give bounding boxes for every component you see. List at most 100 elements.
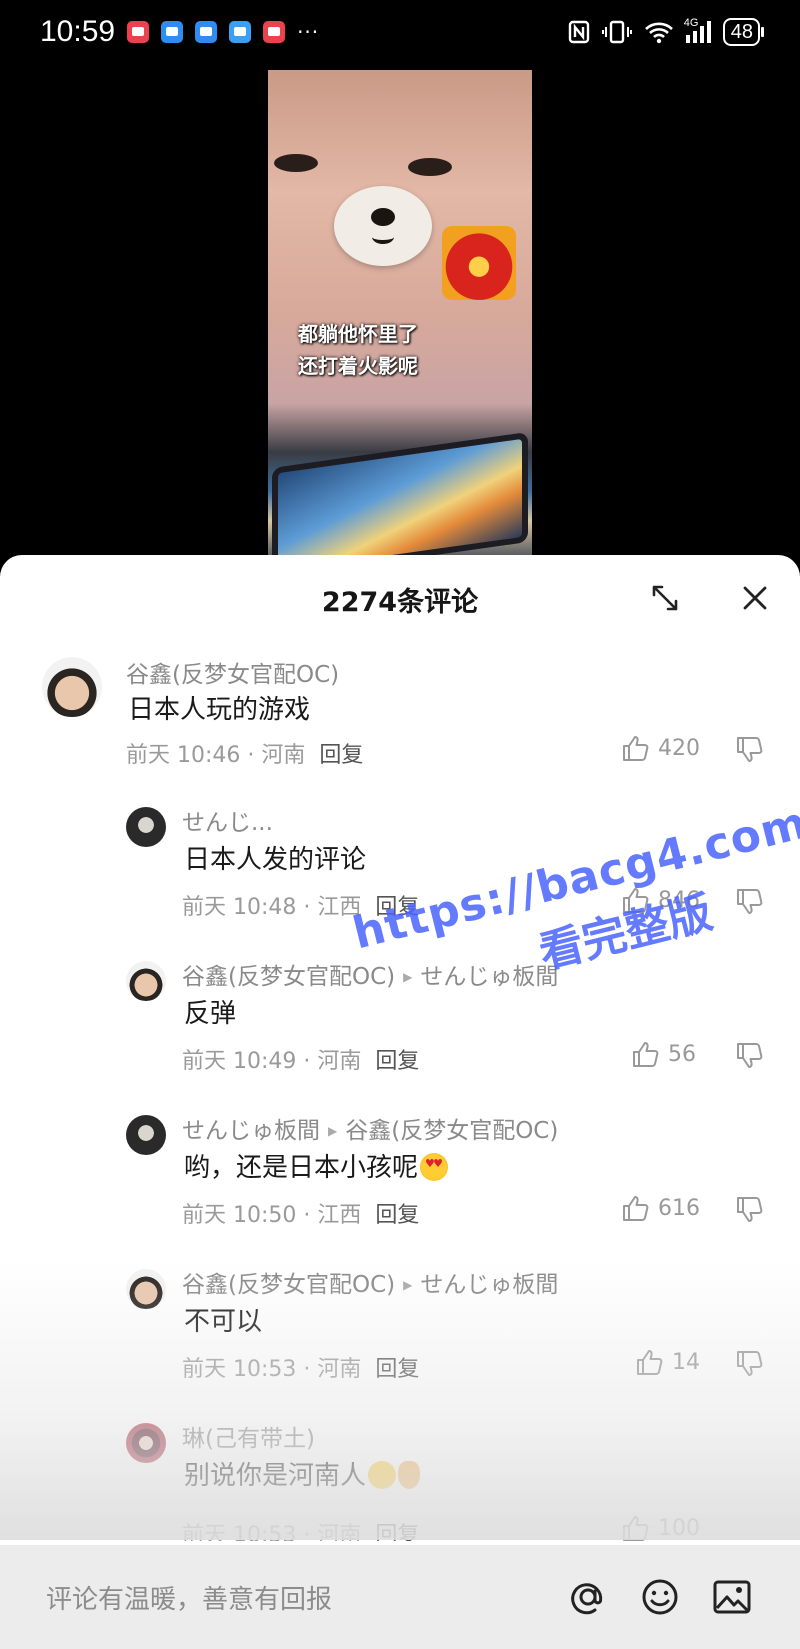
comment-item: 谷鑫(反梦女官配OC) 日本人玩的游戏 前天 10:46 · 河南 回复 420 xyxy=(0,643,800,793)
comments-header: 2274条评论 xyxy=(0,555,800,643)
comment-text: 反弹 xyxy=(184,999,237,1029)
like-count: 616 xyxy=(658,1195,700,1221)
comment-author[interactable]: せんじ... xyxy=(182,803,273,837)
comment-location: 河南 xyxy=(317,1523,362,1541)
status-right: 4G 48 xyxy=(568,17,760,46)
author-name[interactable]: 谷鑫(反梦女官配OC) xyxy=(182,1272,395,1298)
comment-input[interactable]: 评论有温暖，善意有回报 xyxy=(46,1579,538,1616)
bear-nose-sticker xyxy=(334,186,432,266)
avatar[interactable] xyxy=(126,1269,166,1309)
like-count: 420 xyxy=(658,735,700,761)
notification-mail-icon xyxy=(127,21,150,43)
comment-meta: 前天 10:48 · 江西 回复 xyxy=(182,895,420,920)
expand-icon[interactable] xyxy=(650,583,680,613)
comment-meta: 前天 10:53 · 河南 回复 xyxy=(182,1357,420,1382)
close-icon[interactable] xyxy=(740,583,770,613)
reply-to-name[interactable]: 谷鑫(反梦女官配OC) xyxy=(345,1118,558,1144)
avatar[interactable] xyxy=(126,807,166,847)
notification-shield-icon xyxy=(195,21,218,43)
like-button[interactable]: 100 xyxy=(620,1513,700,1541)
comment-author[interactable]: せんじゅ板間 ▶ 谷鑫(反梦女官配OC) xyxy=(182,1111,558,1145)
emoji-icon[interactable] xyxy=(638,1575,682,1619)
thumbs-down-icon[interactable] xyxy=(734,887,764,917)
reply-item: 琳(己有带土) 别说你是河南人 前天 10:53 · 河南 回复 100 xyxy=(0,1411,800,1541)
notification-chat-icon xyxy=(161,21,184,43)
comment-text: 日本人发的评论 xyxy=(184,845,367,875)
author-name[interactable]: せんじゅ板間 xyxy=(182,1118,320,1144)
comment-text: 别说你是河南人 xyxy=(184,1455,421,1492)
comment-text-body: 别说你是河南人 xyxy=(184,1461,367,1491)
reply-button[interactable]: 回复 xyxy=(375,1203,419,1228)
reply-button[interactable]: 回复 xyxy=(375,1357,419,1382)
comment-time: 前天 10:46 xyxy=(126,743,241,768)
reply-item: 谷鑫(反梦女官配OC) ▶ せんじゅ板間 反弹 前天 10:49 · 河南 回复 56 xyxy=(0,949,800,1099)
comment-author[interactable]: 谷鑫(反梦女官配OC) ▶ せんじゅ板間 xyxy=(182,1265,558,1299)
reply-button[interactable]: 回复 xyxy=(319,743,363,768)
video-caption-line2: 还打着火影呢 xyxy=(298,354,418,378)
wifi-icon xyxy=(644,22,673,44)
comment-time: 前天 10:49 xyxy=(182,1049,297,1074)
comments-sheet: 2274条评论 谷鑫(反梦女官配OC) 日本人玩的游戏 前天 10:46 · 河… xyxy=(0,555,800,1649)
author-name[interactable]: 谷鑫(反梦女官配OC) xyxy=(182,964,395,990)
comment-time: 前天 10:53 xyxy=(182,1357,297,1382)
author-name[interactable]: 琳(己有带土) xyxy=(182,1426,315,1452)
reply-to-name[interactable]: せんじゅ板間 xyxy=(420,964,558,990)
comment-location: 河南 xyxy=(261,743,306,768)
reply-item: 谷鑫(反梦女官配OC) ▶ せんじゅ板間 不可以 前天 10:53 · 河南 回复 1… xyxy=(0,1257,800,1407)
comment-meta: 前天 10:53 · 河南 回复 xyxy=(182,1517,419,1541)
comment-meta: 前天 10:46 · 河南 回复 xyxy=(126,743,364,768)
like-count: 100 xyxy=(658,1515,700,1541)
avatar[interactable] xyxy=(126,1423,166,1463)
thumbs-up-icon xyxy=(633,1042,659,1067)
reply-button[interactable]: 回复 xyxy=(375,1523,419,1541)
comment-text: 哟，还是日本小孩呢 xyxy=(184,1147,449,1184)
thumbs-down-icon[interactable] xyxy=(734,1349,764,1379)
author-name[interactable]: せんじ... xyxy=(182,810,273,836)
red-envelope-gift-icon[interactable] xyxy=(442,226,516,300)
reply-button[interactable]: 回复 xyxy=(375,895,419,920)
reply-button[interactable]: 回复 xyxy=(375,1049,419,1074)
notification-app-icon xyxy=(229,21,252,43)
signal-icon: 4G xyxy=(684,17,711,43)
thumbs-up-icon xyxy=(623,888,649,913)
comments-count-title: 2274条评论 xyxy=(321,586,479,618)
like-button[interactable]: 14 xyxy=(634,1347,700,1377)
reply-arrow-icon: ▶ xyxy=(328,1124,338,1138)
video-eye-left xyxy=(274,154,318,172)
video-caption: 都躺他怀里了 还打着火影呢 xyxy=(298,318,418,382)
like-button[interactable]: 846 xyxy=(620,885,700,915)
image-icon[interactable] xyxy=(710,1575,754,1619)
like-button[interactable]: 56 xyxy=(630,1039,696,1069)
thumbs-down-icon[interactable] xyxy=(734,1041,764,1071)
reply-item: せんじ... 日本人发的评论 前天 10:48 · 江西 回复 846 xyxy=(0,795,800,945)
comment-author[interactable]: 谷鑫(反梦女官配OC) xyxy=(126,655,339,689)
avatar[interactable] xyxy=(42,657,102,717)
author-name[interactable]: 谷鑫(反梦女官配OC) xyxy=(126,662,339,688)
thumbs-down-icon[interactable] xyxy=(734,1195,764,1225)
at-icon[interactable] xyxy=(566,1575,610,1619)
avatar[interactable] xyxy=(126,961,166,1001)
comment-input-bar: 评论有温暖，善意有回报 xyxy=(0,1545,800,1649)
comment-location: 河南 xyxy=(317,1357,362,1382)
comment-text: 不可以 xyxy=(184,1307,263,1337)
status-time: 10:59 xyxy=(40,15,116,48)
like-button[interactable]: 420 xyxy=(620,733,700,763)
like-count: 56 xyxy=(668,1041,696,1067)
vibrate-icon xyxy=(601,20,632,44)
comment-location: 江西 xyxy=(317,1203,362,1228)
thumbs-down-icon[interactable] xyxy=(734,735,764,765)
like-count: 14 xyxy=(672,1349,700,1375)
comment-author[interactable]: 谷鑫(反梦女官配OC) ▶ せんじゅ板間 xyxy=(182,957,558,991)
avatar[interactable] xyxy=(126,1115,166,1155)
thumbs-up-icon xyxy=(637,1350,663,1375)
comment-author[interactable]: 琳(己有带土) xyxy=(182,1419,315,1453)
reply-arrow-icon: ▶ xyxy=(403,1278,413,1292)
like-button[interactable]: 616 xyxy=(620,1193,700,1223)
thumbs-up-icon xyxy=(623,1516,649,1541)
nfc-icon xyxy=(568,20,589,44)
reply-to-name[interactable]: せんじゅ板間 xyxy=(420,1272,558,1298)
reply-item: せんじゅ板間 ▶ 谷鑫(反梦女官配OC) 哟，还是日本小孩呢 前天 10:50 · … xyxy=(0,1103,800,1253)
notification-more: ··· xyxy=(297,20,320,44)
video-player[interactable]: 都躺他怀里了 还打着火影呢 xyxy=(268,70,532,560)
comment-time: 前天 10:50 xyxy=(182,1203,297,1228)
